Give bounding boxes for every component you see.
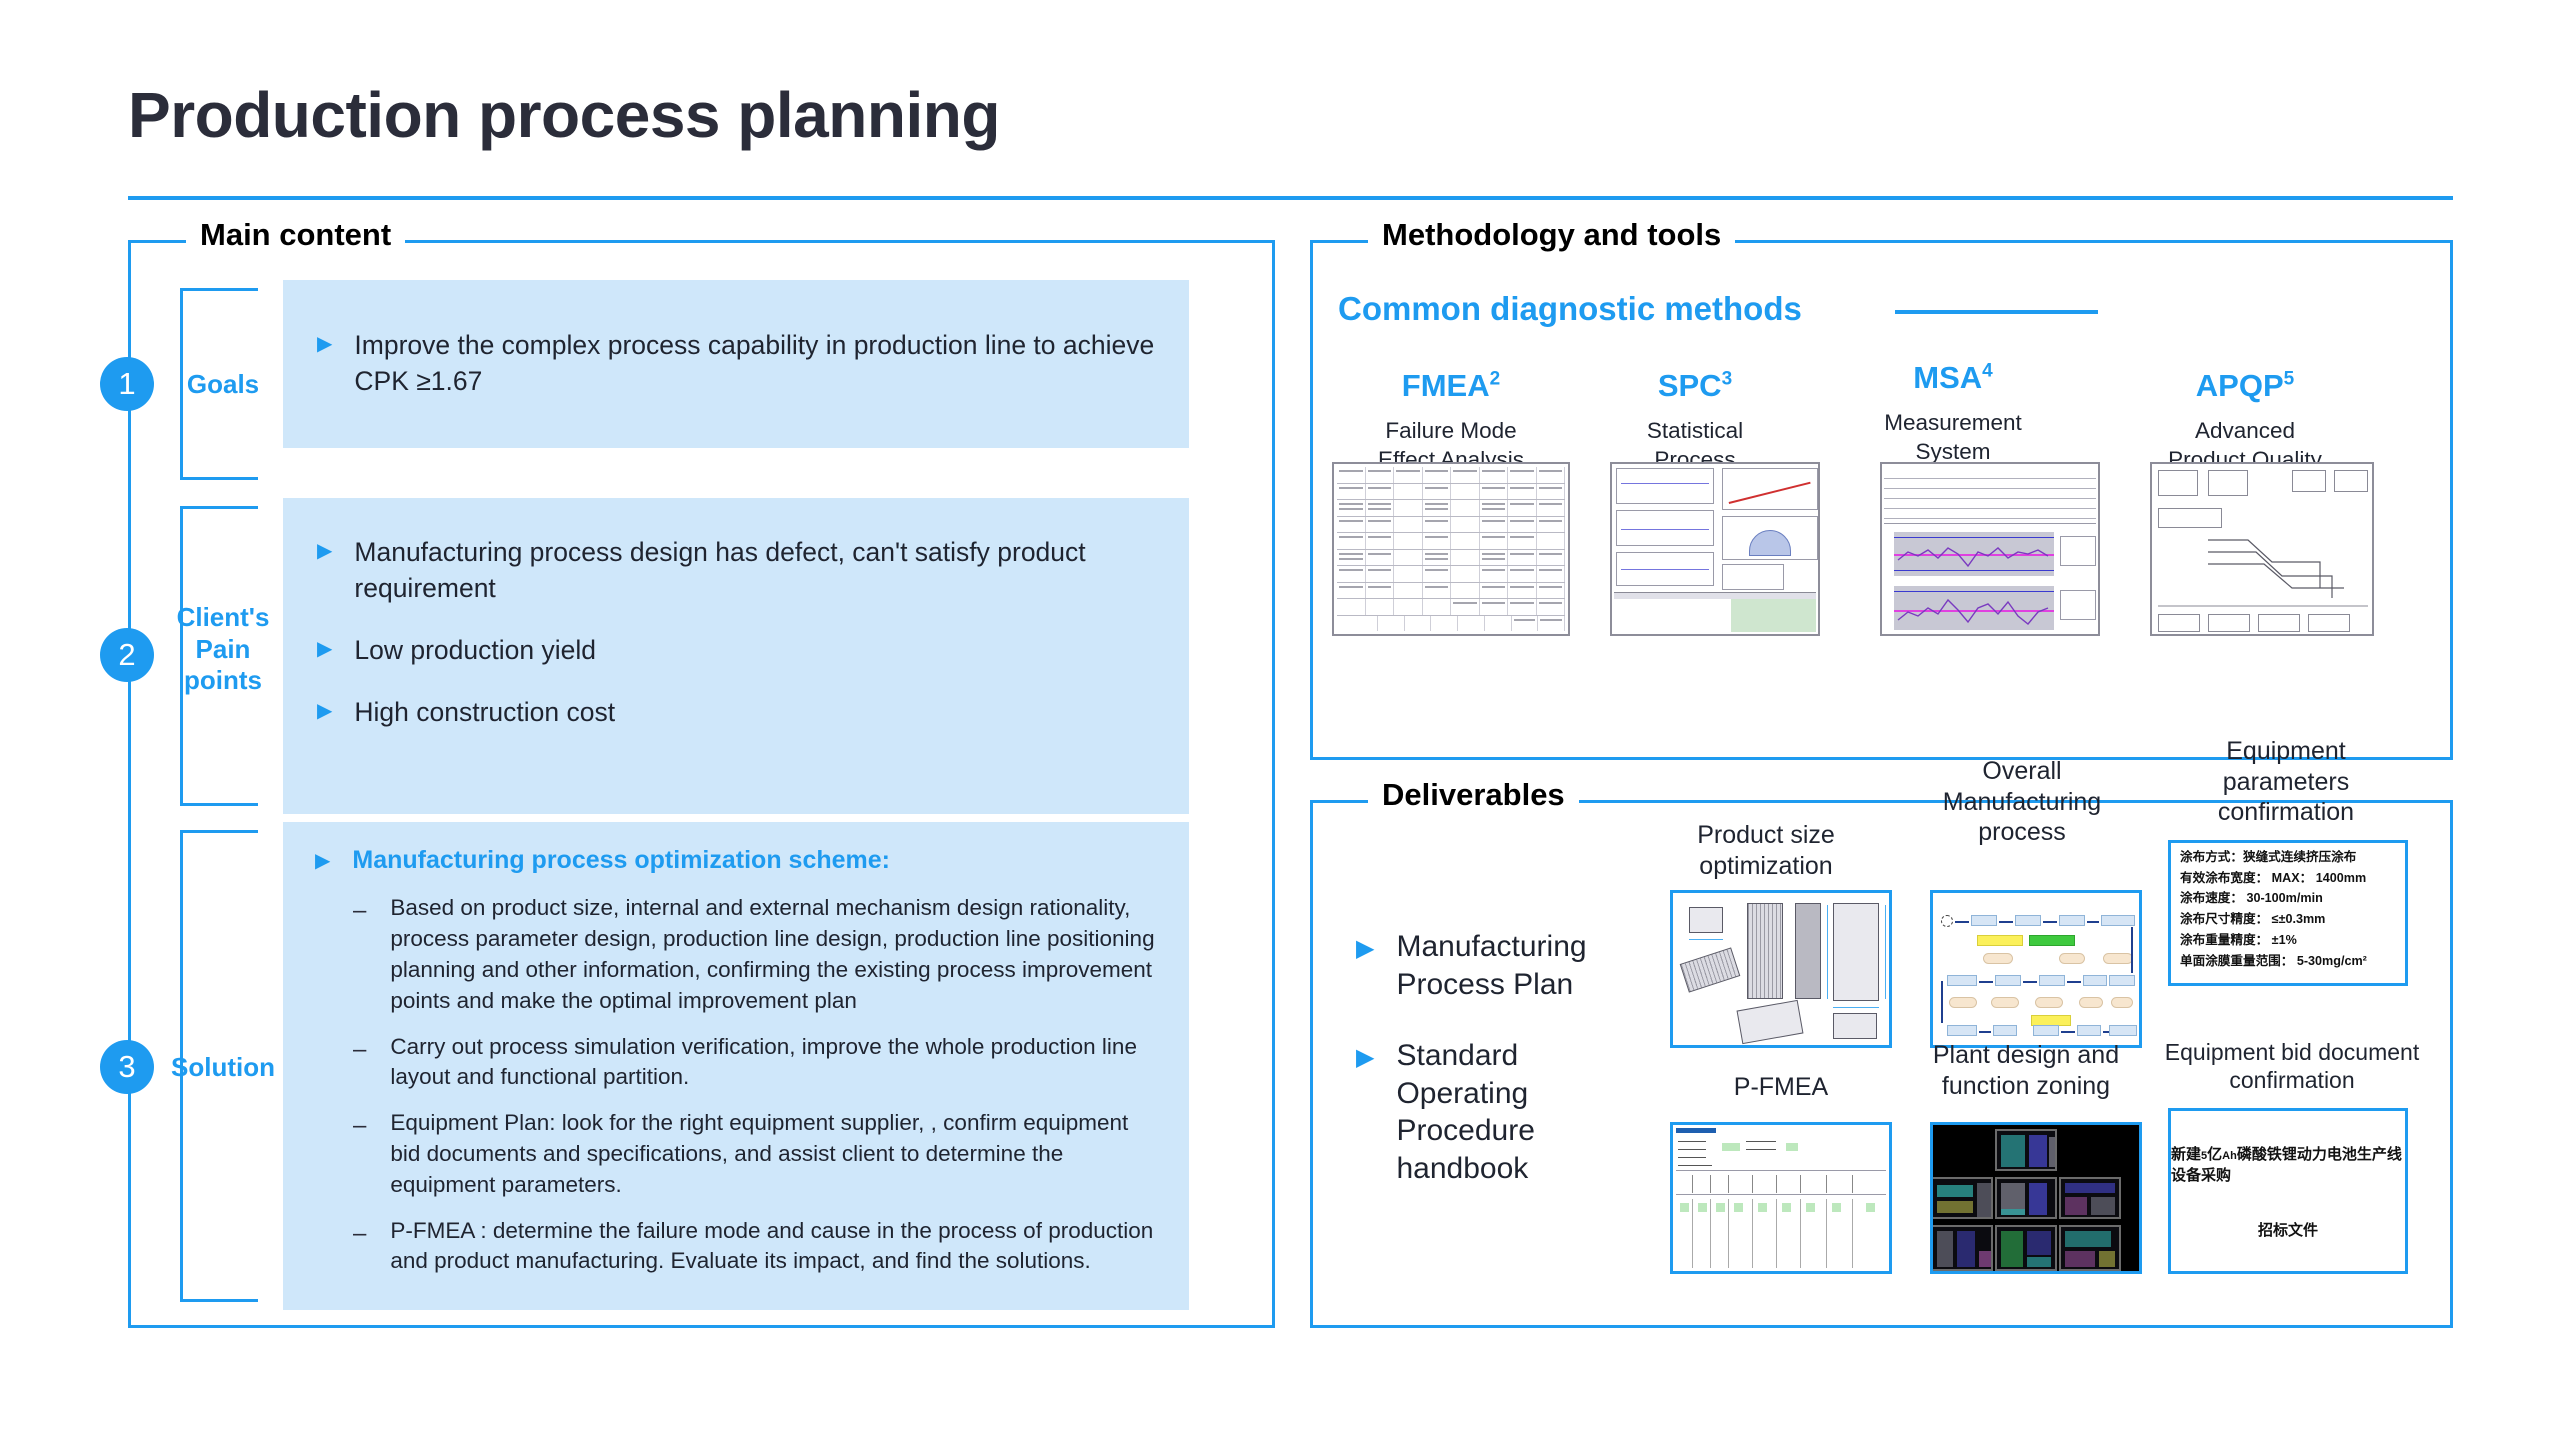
caption-product-size-optimization: Product size optimization xyxy=(1697,821,1835,880)
solution-detail-text: Carry out process simulation verificatio… xyxy=(390,1033,1137,1090)
bullet-triangle-icon: ▶ xyxy=(1356,935,1375,962)
deliverables-panel: Deliverables ▶ Manufacturing Process Pla… xyxy=(1310,737,2453,1328)
method-abbr-fmea: FMEA2 xyxy=(1401,368,1501,403)
deliverables-legend: Deliverables xyxy=(1368,777,1579,813)
caption-overall-manufacturing-process: Overall Manufacturing process xyxy=(1942,757,2102,846)
caption-equipment-bid-document-confirmation: Equipment bid document confirmation xyxy=(2164,1039,2420,1094)
method-abbr-apqp: APQP5 xyxy=(2195,368,2295,403)
slide-root: Production process planning Main content… xyxy=(0,0,2560,1440)
dash-marker-icon: – xyxy=(353,1035,367,1063)
equipment-bid-document-thumbnail: 新建5亿Ah磷酸铁锂动力电池生产线设备采购 招标文件 xyxy=(2168,1108,2408,1274)
main-content-panel: Main content 1 Goals ▶ Improve the compl… xyxy=(100,217,1275,1328)
row-label-solution: Solution xyxy=(171,1052,275,1082)
solution-detail-text: Equipment Plan: look for the right equip… xyxy=(390,1110,1129,1197)
caption-plant-design-function-zoning: Plant design and function zoning xyxy=(1932,1041,2120,1100)
row-number-1: 1 xyxy=(100,357,154,411)
bid-document-title: 新建5亿Ah磷酸铁锂动力电池生产线设备采购 xyxy=(2171,1145,2402,1184)
method-abbr-msa: MSA4 xyxy=(1913,360,1993,395)
title-divider xyxy=(128,196,2453,200)
pain-point-text: Low production yield xyxy=(354,635,596,666)
pain-point-text: High construction cost xyxy=(354,697,616,728)
bullet-triangle-icon: ▶ xyxy=(317,700,333,723)
methodology-panel: Methodology and tools Common diagnostic … xyxy=(1310,217,2453,760)
fmea-table-thumbnail xyxy=(1332,462,1570,636)
dash-marker-icon: – xyxy=(353,1112,367,1140)
row-label-goals: Goals xyxy=(186,369,260,399)
common-diagnostic-methods-title: Common diagnostic methods xyxy=(1338,290,1802,327)
row-label-pain-points: Client's Pain points xyxy=(168,602,278,697)
method-abbr-spc: SPC3 xyxy=(1657,368,1733,403)
caption-equipment-parameters-confirmation: Equipment parameters confirmation xyxy=(2217,737,2355,826)
method-column-fmea: FMEA2 Failure Mode Effect Analysis xyxy=(1328,368,1574,475)
solution-content-box: ▶ Manufacturing process optimization sch… xyxy=(283,822,1189,1310)
bullet-triangle-icon: ▶ xyxy=(315,850,331,872)
equipment-parameters-spec-box: 涂布方式：狭缝式连续挤压涂布 有效涂布宽度： MAX： 1400mm 涂布速度：… xyxy=(2168,840,2408,986)
deliverable-bullet-text: Standard Operating Procedure handbook xyxy=(1396,1039,1535,1185)
goals-bullet-text: Improve the complex process capability i… xyxy=(354,330,1155,397)
plant-zoning-cad-thumbnail xyxy=(1930,1122,2142,1274)
spc-charts-thumbnail xyxy=(1610,462,1820,636)
caption-pfmea: P-FMEA xyxy=(1733,1073,1829,1101)
deliverable-bullet-text: Manufacturing Process Plan xyxy=(1396,930,1587,1001)
row-label-line: Pain xyxy=(195,633,251,664)
spec-line: 单面涂膜重量范围： 5-30mg/cm² xyxy=(2180,953,2367,968)
msa-control-chart-thumbnail xyxy=(1880,462,2100,636)
spec-line: 涂布方式：狭缝式连续挤压涂布 xyxy=(2180,850,2357,864)
common-diagnostic-methods-rule xyxy=(1895,310,2098,314)
row-number-2: 2 xyxy=(100,628,154,682)
pain-points-content-box: ▶ Manufacturing process design has defec… xyxy=(283,498,1189,814)
apqp-diagram-thumbnail xyxy=(2150,462,2374,636)
row-label-line: points xyxy=(184,665,262,696)
goals-content-box: ▶ Improve the complex process capability… xyxy=(283,280,1189,448)
product-size-drawing-thumbnail xyxy=(1670,890,1892,1048)
spec-line: 涂布尺寸精度： ≤±0.3mm xyxy=(2180,912,2326,927)
spec-line: 涂布重量精度： ±1% xyxy=(2180,932,2297,947)
solution-detail-text: Based on product size, internal and exte… xyxy=(390,895,1155,1013)
main-content-legend: Main content xyxy=(186,217,406,253)
pfmea-form-thumbnail xyxy=(1670,1122,1892,1274)
bullet-triangle-icon: ▶ xyxy=(317,333,333,355)
dash-marker-icon: – xyxy=(353,1219,367,1247)
solution-detail-text: P-FMEA : determine the failure mode and … xyxy=(390,1217,1154,1274)
manufacturing-flowchart-thumbnail xyxy=(1930,890,2142,1048)
bullet-triangle-icon: ▶ xyxy=(1356,1044,1375,1071)
dash-marker-icon: – xyxy=(353,897,367,925)
spec-line: 有效涂布宽度： MAX： 1400mm xyxy=(2180,870,2367,885)
spec-line: 涂布速度： 30-100m/min xyxy=(2180,891,2323,906)
pain-point-text: Manufacturing process design has defect,… xyxy=(354,537,1086,604)
row-number-3: 3 xyxy=(100,1040,154,1094)
page-title: Production process planning xyxy=(128,79,1000,151)
methodology-legend: Methodology and tools xyxy=(1368,217,1736,253)
bullet-triangle-icon: ▶ xyxy=(317,540,333,562)
row-label-line: Client's xyxy=(176,602,270,632)
bullet-triangle-icon: ▶ xyxy=(317,638,333,661)
bid-document-subtitle: 招标文件 xyxy=(2257,1221,2318,1239)
solution-heading: Manufacturing process optimization schem… xyxy=(352,846,890,874)
